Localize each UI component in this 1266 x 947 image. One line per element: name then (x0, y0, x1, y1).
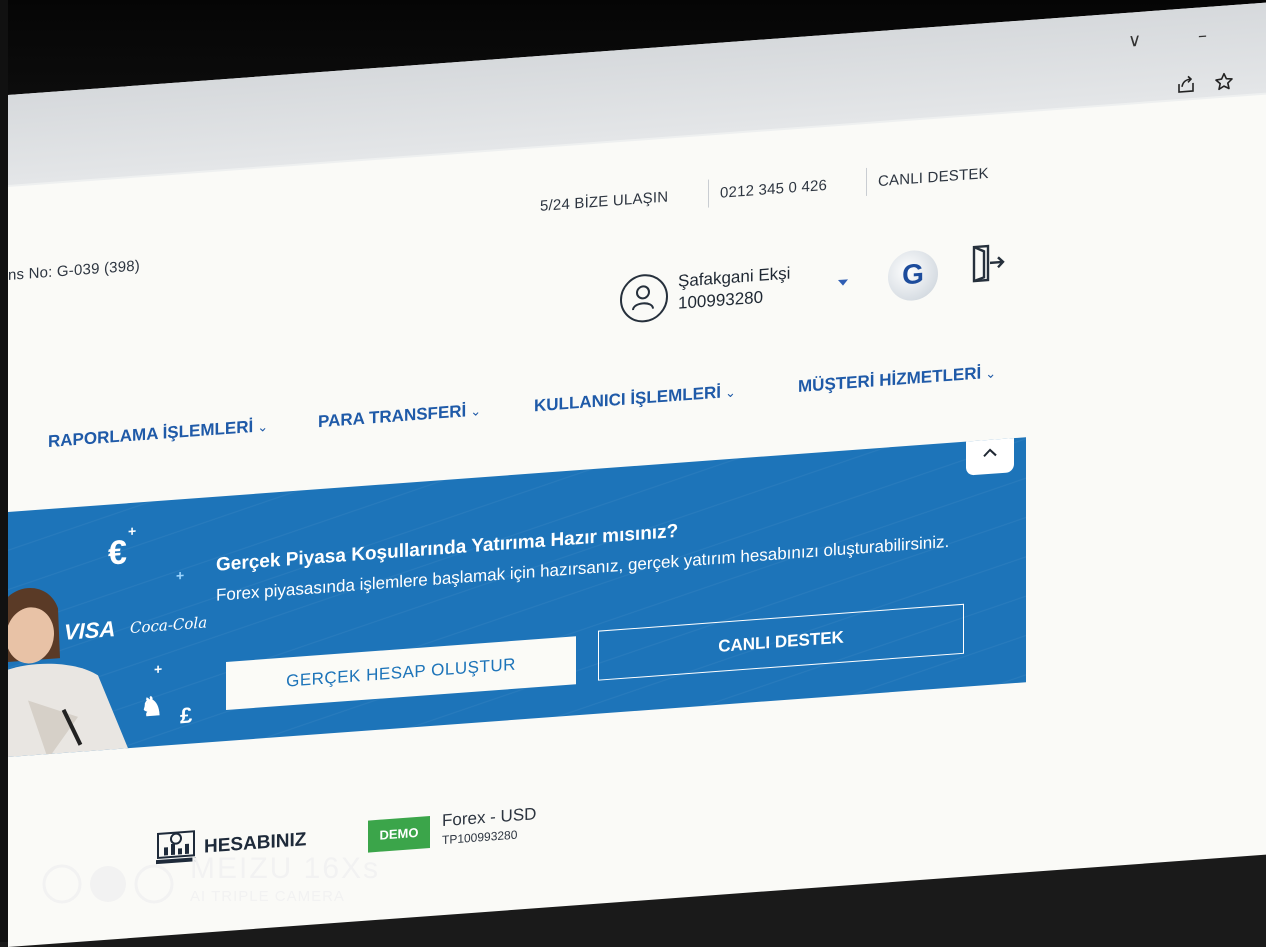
nav-user-operations-label: KULLANICI İŞLEMLERİ (534, 382, 721, 416)
divider (708, 179, 709, 208)
nav-reporting[interactable]: RAPORLAMA İŞLEMLERİ ⌄ (48, 416, 268, 452)
banner-person-image (8, 587, 138, 757)
phone-link[interactable]: 0212 345 0 426 (720, 177, 827, 202)
nav-money-transfer-label: PARA TRANSFERİ (318, 401, 467, 432)
watermark-subtitle: AI TRIPLE CAMERA (190, 888, 345, 905)
account-number: TP100993280 (442, 827, 518, 848)
chevron-down-icon: ⌄ (985, 365, 997, 382)
tab-list-chevron-icon[interactable]: ∨ (1128, 30, 1141, 52)
promo-banner: € + + VISA Coca-Cola + ♞ £ Gerçek Piyasa… (8, 437, 1026, 757)
pound-icon: £ (180, 702, 193, 729)
plus-icon: + (176, 567, 185, 584)
nav-user-operations[interactable]: KULLANICI İŞLEMLERİ ⌄ (534, 382, 736, 417)
monitor-bezel-left (0, 0, 8, 942)
nav-customer-services[interactable]: MÜŞTERİ HİZMETLERİ ⌄ (798, 362, 996, 397)
bookmark-star-icon[interactable] (1214, 71, 1234, 97)
minimize-icon[interactable]: – (1198, 25, 1207, 47)
user-dropdown-caret-icon[interactable] (838, 279, 848, 287)
brand-g-letter: G (902, 257, 924, 291)
chevron-down-icon: ⌄ (725, 384, 736, 401)
account-type[interactable]: Forex - USD (442, 804, 536, 831)
chevron-down-icon: ⌄ (257, 418, 269, 435)
share-icon[interactable] (1176, 74, 1196, 100)
collapse-banner-button[interactable] (966, 437, 1014, 476)
web-page: ns No: G-039 (398) 5/24 BİZE ULAŞIN 0212… (8, 94, 1266, 947)
horse-logo-icon: ♞ (140, 690, 164, 723)
nav-reporting-label: RAPORLAMA İŞLEMLERİ (48, 416, 254, 452)
live-support-link[interactable]: CANLI DESTEK (878, 165, 989, 190)
browser-screen: ∨ – ns No: G-039 (398) 5/24 BİZE ULAŞIN … (8, 2, 1266, 947)
user-name: Şafakgani Ekşi (678, 263, 791, 291)
brand-g-logo[interactable]: G (888, 248, 938, 303)
plus-icon: + (128, 522, 137, 540)
logout-icon[interactable] (970, 242, 1006, 290)
divider (866, 167, 867, 196)
contact-label[interactable]: 5/24 BİZE ULAŞIN (540, 189, 668, 215)
euro-icon: € (108, 533, 127, 573)
watermark-brand: MEIZU 16Xs (190, 852, 381, 885)
license-text: ns No: G-039 (398) (8, 257, 140, 284)
visa-logo: VISA (64, 616, 116, 645)
nav-customer-services-label: MÜŞTERİ HİZMETLERİ (798, 363, 982, 396)
chevron-down-icon: ⌄ (470, 403, 482, 420)
nav-money-transfer[interactable]: PARA TRANSFERİ ⌄ (318, 400, 481, 432)
demo-badge: DEMO (368, 816, 430, 853)
plus-icon: + (154, 660, 163, 678)
camera-circles-icon (42, 864, 174, 904)
user-avatar-icon (620, 272, 668, 325)
user-id: 100993280 (678, 287, 764, 313)
